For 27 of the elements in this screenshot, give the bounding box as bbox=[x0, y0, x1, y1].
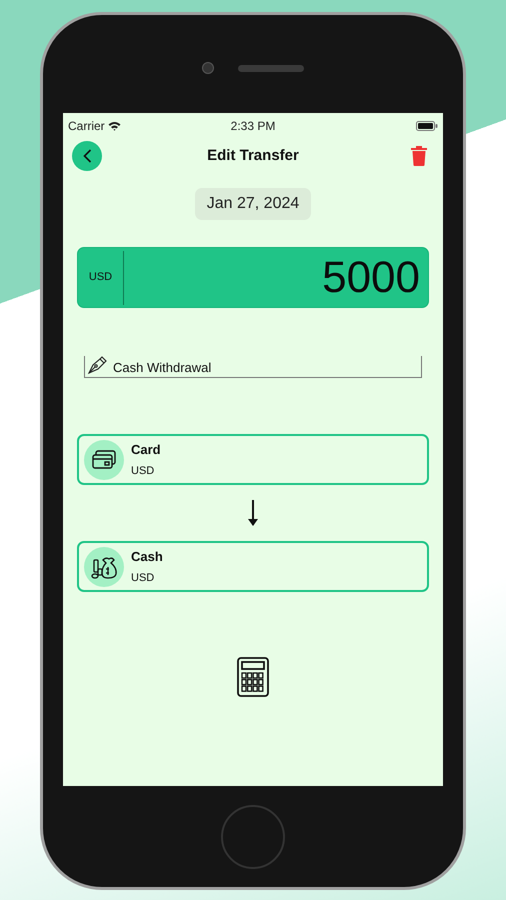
currency-label: USD bbox=[88, 270, 114, 286]
account-name: Card bbox=[131, 441, 161, 459]
credit-cards-icon bbox=[91, 448, 117, 470]
calculator-icon bbox=[237, 657, 269, 697]
chevron-left-icon bbox=[82, 149, 92, 163]
account-name: Cash bbox=[131, 548, 163, 566]
pen-nib-icon bbox=[87, 356, 107, 374]
battery-icon bbox=[416, 121, 438, 131]
carrier-label: Carrier bbox=[68, 118, 105, 135]
account-card[interactable]: Cash USD bbox=[77, 541, 429, 592]
down-arrow-icon bbox=[247, 499, 259, 527]
account-currency: USD bbox=[131, 464, 156, 478]
account-currency: USD bbox=[131, 570, 156, 586]
wifi-icon bbox=[108, 121, 121, 131]
account-card[interactable]: Card USD bbox=[77, 434, 429, 485]
trash-icon bbox=[410, 146, 427, 166]
speaker-grille bbox=[238, 64, 304, 72]
calculator-button[interactable] bbox=[236, 656, 270, 698]
back-button[interactable] bbox=[72, 141, 102, 171]
status-time: 2:33 PM bbox=[230, 118, 276, 135]
camera-icon bbox=[202, 62, 214, 74]
note-text: Cash Withdrawal bbox=[113, 361, 212, 374]
note-field[interactable]: Cash Withdrawal bbox=[84, 356, 422, 378]
amount-field[interactable]: USD 5000 bbox=[77, 247, 429, 308]
date-button[interactable]: Jan 27, 2024 bbox=[194, 188, 312, 220]
screen-title: Edit Transfer bbox=[207, 146, 299, 166]
amount-value: 5000 bbox=[321, 256, 421, 300]
